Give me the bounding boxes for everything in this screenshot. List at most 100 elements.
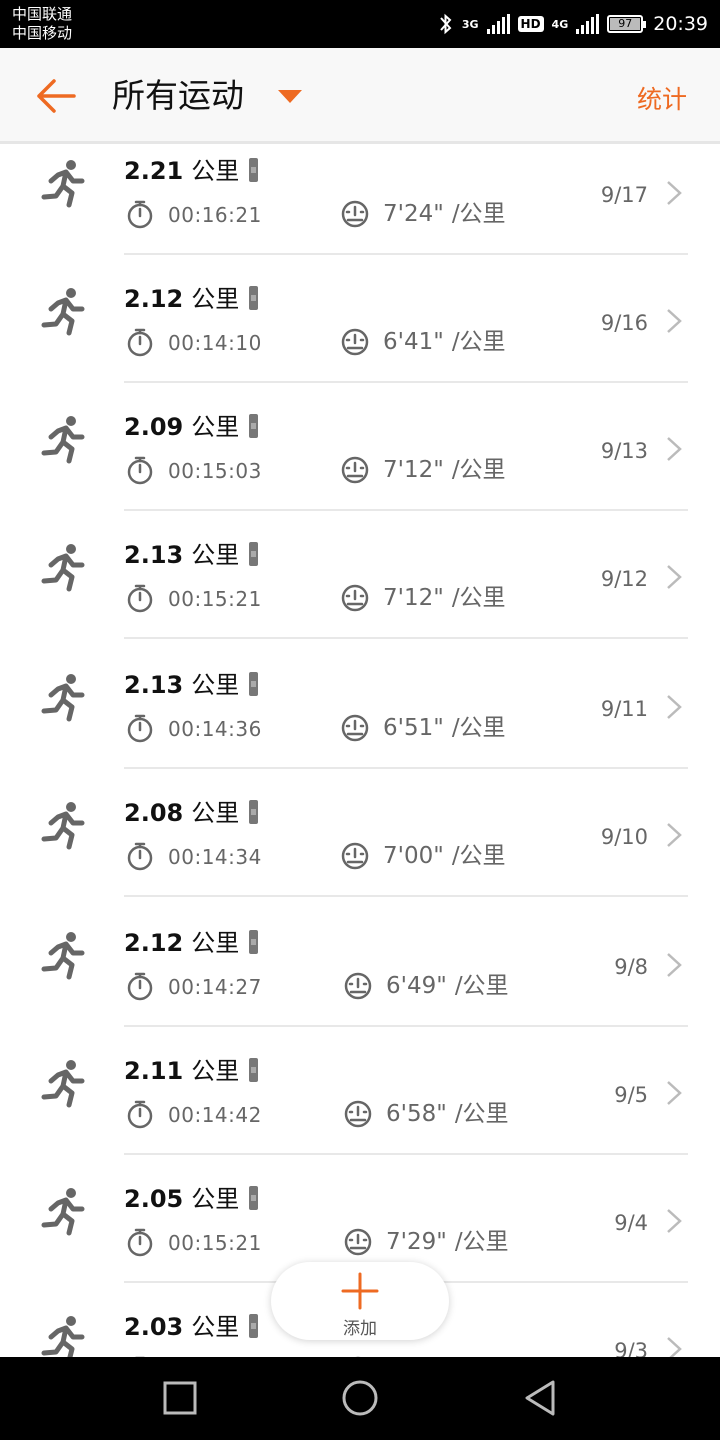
back-arrow-icon[interactable] [34,76,78,116]
signal-icon-2 [576,14,600,34]
pace-unit: /公里 [451,329,506,355]
home-icon[interactable] [340,1378,380,1418]
add-button[interactable]: 添加 [271,1262,449,1340]
pace-value: 7'12" [383,585,444,611]
chevron-right-icon[interactable] [664,1207,684,1235]
running-icon [36,931,88,985]
activity-list[interactable]: 2.21 公里 00:16:21 7'24"/公里 9/17 2.12 公里 00:14:10… [0,147,720,1357]
clock: 20:39 [653,13,708,35]
chevron-right-icon[interactable] [664,951,684,979]
distance: 2.03 公里 [124,1312,259,1342]
activity-row[interactable]: 2.13 公里 00:14:36 6'51" /公里 9/11 [0,641,720,769]
distance-value: 2.09 [124,413,184,441]
duration: 00:14:42 [168,1103,262,1127]
pace: 7'00" /公里 [383,842,506,870]
dropdown-triangle-icon[interactable] [278,90,302,103]
running-icon [36,415,88,469]
distance-unit: 公里 [191,1185,240,1213]
navigation-bar [0,1357,720,1440]
back-nav-icon[interactable] [520,1378,560,1418]
activity-row[interactable]: 2.13 公里 00:15:21 7'12" /公里 9/12 [0,511,720,639]
pace-value: 7'29" [386,1229,447,1255]
stopwatch-icon [126,199,154,229]
distance: 2.08 公里 [124,798,259,828]
duration: 00:15:21 [168,587,262,611]
running-icon [36,1059,88,1113]
duration: 00:14:34 [168,845,262,869]
battery-level: 97 [610,18,641,30]
distance: 2.13 公里 [124,670,259,700]
activity-date: 9/16 [600,311,648,335]
chevron-right-icon[interactable] [664,821,684,849]
chevron-right-icon[interactable] [664,693,684,721]
pace: 7'12" /公里 [383,584,506,612]
stopwatch-icon [126,583,154,613]
wearable-band-icon [249,542,259,566]
chevron-right-icon[interactable] [664,307,684,335]
duration: 00:16:21 [168,203,262,227]
status-bar: 中国联通 中国移动 3G HD 4G 97 20:39 [0,0,720,48]
speedometer-icon [340,455,370,485]
plus-icon [341,1272,379,1310]
chevron-right-icon[interactable] [664,1335,684,1357]
battery-icon: 97 [607,15,647,33]
stats-button[interactable]: 统计 [637,80,687,116]
distance: 2.13 公里 [124,540,259,570]
activity-row[interactable]: 2.12 公里 00:14:27 6'49" /公里 9/8 [0,899,720,1027]
speedometer-icon [340,713,370,743]
chevron-right-icon[interactable] [664,435,684,463]
chevron-right-icon[interactable] [664,563,684,591]
running-icon [36,1187,88,1241]
pace-unit: /公里 [451,715,506,741]
chevron-right-icon[interactable] [664,179,684,207]
distance-unit: 公里 [191,799,240,827]
page-title[interactable]: 所有运动 [112,74,244,118]
speedometer-icon [340,841,370,871]
chevron-right-icon[interactable] [664,1079,684,1107]
distance: 2.11 公里 [124,1056,259,1086]
distance-value: 2.05 [124,1185,184,1213]
pace-unit: /公里 [454,1101,509,1127]
distance: 2.09 公里 [124,412,259,442]
distance-value: 2.08 [124,799,184,827]
pace: 7'12" /公里 [383,456,506,484]
activity-date: 9/3 [614,1339,648,1357]
activity-date: 9/8 [614,955,648,979]
stopwatch-icon [126,455,154,485]
distance-unit: 公里 [191,1313,240,1341]
speedometer-icon [340,583,370,613]
wearable-band-icon [249,800,259,824]
recent-apps-icon[interactable] [160,1378,200,1418]
hd-badge: HD [517,16,544,32]
distance: 2.12 公里 [124,284,259,314]
wearable-band-icon [249,672,259,696]
pace-value: 6'58" [386,1101,447,1127]
pace: 7'29" /公里 [386,1228,509,1256]
activity-row[interactable]: 2.11 公里 00:14:42 6'58" /公里 9/5 [0,1027,720,1155]
activity-date: 9/10 [600,825,648,849]
activity-row[interactable]: 2.09 公里 00:15:03 7'12" /公里 9/13 [0,383,720,511]
add-label: 添加 [343,1319,377,1339]
stopwatch-icon [126,1227,154,1257]
pace-value: 6'41" [383,329,444,355]
pace-unit: /公里 [454,1229,509,1255]
activity-row[interactable]: 2.21 公里 00:16:21 7'24" /公里 9/17 [0,147,720,255]
network-3g: 3G [461,17,479,31]
row-divider [124,895,688,897]
wearable-band-icon [249,158,259,182]
duration: 00:15:03 [168,459,262,483]
pace: 6'58" /公里 [386,1100,509,1128]
running-icon [36,543,88,597]
wearable-band-icon [249,1314,259,1338]
activity-row[interactable]: 2.12 公里 00:14:10 6'41" /公里 9/16 [0,255,720,383]
network-4g: 4G [551,17,569,31]
wearable-band-icon [249,1186,259,1210]
wearable-band-icon [249,286,259,310]
distance-unit: 公里 [191,671,240,699]
running-icon [36,1315,88,1357]
activity-row[interactable]: 2.08 公里 00:14:34 7'00" /公里 9/10 [0,769,720,897]
stopwatch-icon [126,841,154,871]
distance-value: 2.11 [124,1057,184,1085]
distance-unit: 公里 [191,413,240,441]
distance-unit: 公里 [191,541,240,569]
